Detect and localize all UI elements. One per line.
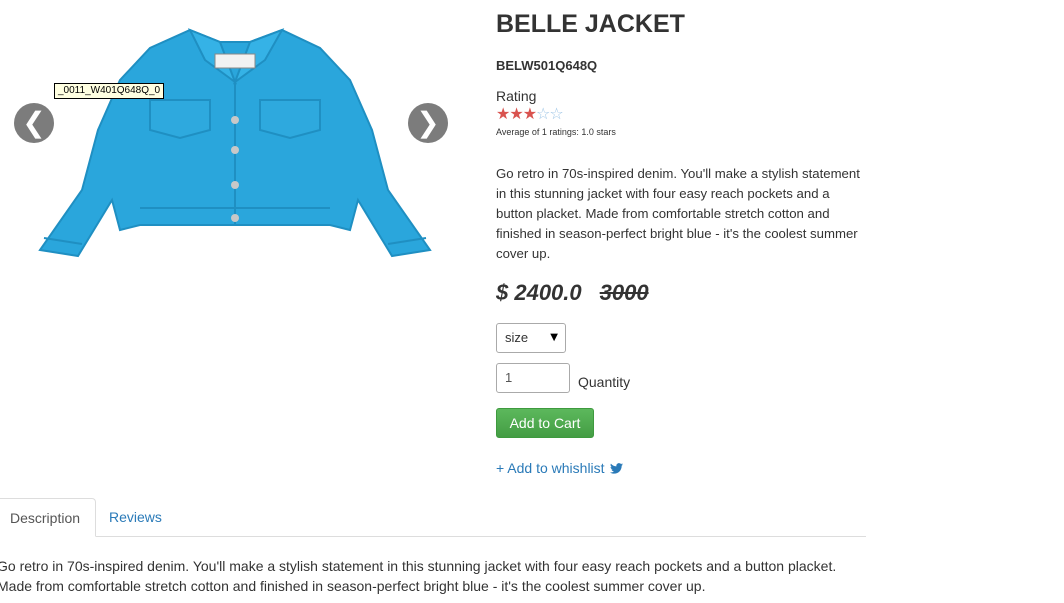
tab-reviews[interactable]: Reviews (94, 498, 177, 536)
old-price: 3000 (599, 280, 649, 305)
star-filled-icon[interactable]: ★★★ (496, 104, 537, 123)
price-row: $ 2400.0 3000 (496, 280, 649, 306)
tab-description[interactable]: Description (0, 498, 97, 537)
size-select[interactable]: size ▼ (496, 323, 566, 353)
carousel-prev-button[interactable]: ❮ (14, 103, 54, 143)
wishlist-label: + Add to whishlist (496, 460, 605, 476)
chevron-left-icon: ❮ (22, 106, 46, 139)
twitter-icon[interactable] (610, 463, 624, 474)
product-tabs: Description Reviews (0, 498, 866, 537)
quantity-input[interactable]: 1 (496, 363, 570, 393)
product-sku: BELW501Q648Q (496, 58, 598, 73)
image-alt-tooltip: _0011_W401Q648Q_0 (54, 83, 165, 99)
product-description: Go retro in 70s-inspired denim. You'll m… (496, 166, 860, 261)
chevron-right-icon: ❯ (416, 106, 440, 139)
product-title: BELLE JACKET (496, 10, 685, 38)
product-image-gallery: _0011_W401Q648Q_0 ❮ ❯ (0, 0, 470, 290)
rating-stars[interactable]: ★★★☆☆ (496, 104, 564, 123)
rating-label: Rating (496, 88, 537, 104)
rating-summary: Average of 1 ratings: 1.0 stars (496, 127, 616, 137)
star-empty-icon[interactable]: ☆☆ (536, 104, 564, 123)
tab-description-content: Go retro in 70s-inspired denim. You'll m… (0, 558, 837, 594)
product-image (38, 28, 432, 258)
size-select-value: size (505, 330, 529, 345)
dropdown-arrow-icon: ▼ (550, 332, 558, 343)
carousel-next-button[interactable]: ❯ (408, 103, 448, 143)
add-to-cart-button[interactable]: Add to Cart (496, 408, 594, 438)
quantity-label: Quantity (578, 374, 631, 390)
add-to-wishlist-link[interactable]: + Add to whishlist (496, 460, 624, 476)
current-price: $ 2400.0 (496, 280, 582, 305)
